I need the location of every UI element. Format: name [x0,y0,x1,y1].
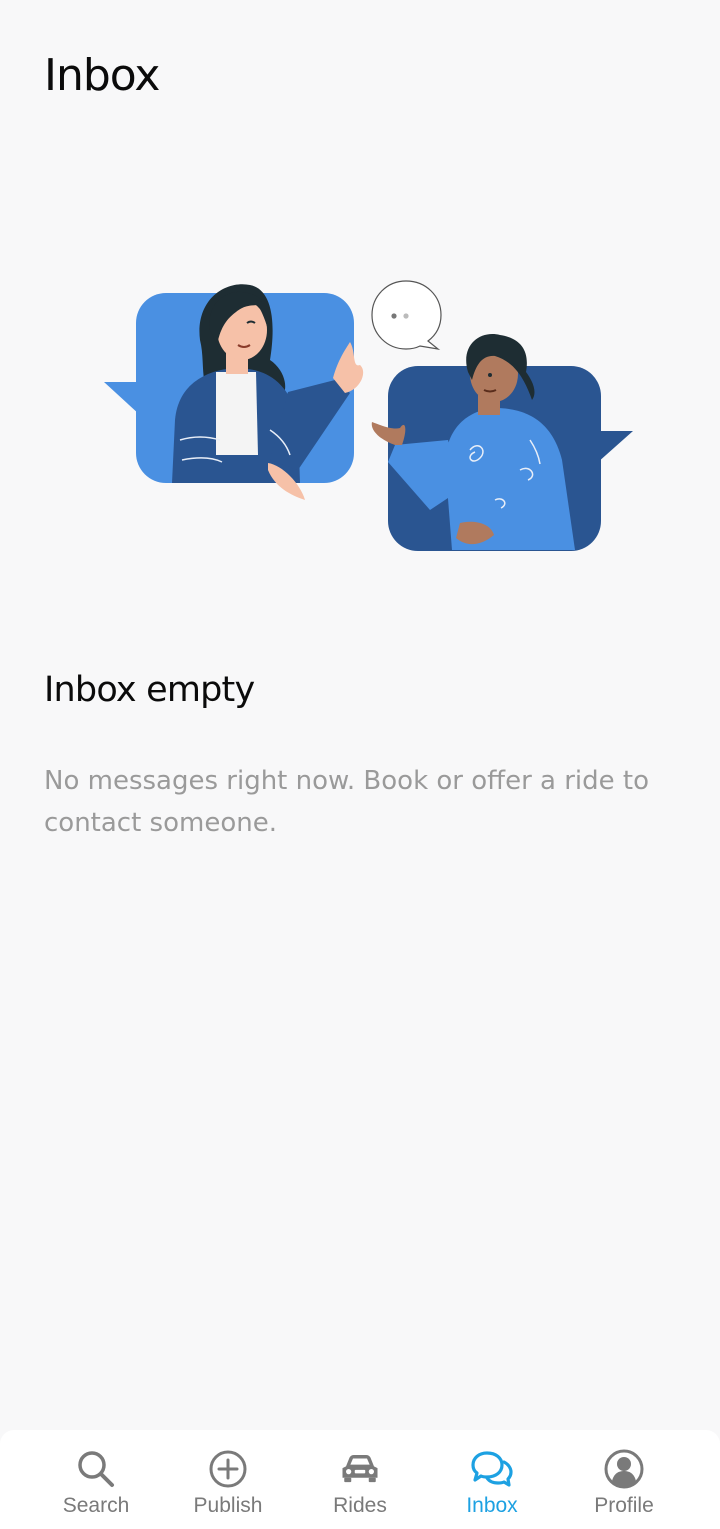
chat-bubbles-icon [471,1451,513,1487]
nav-item-publish[interactable]: Publish [173,1448,283,1518]
search-icon [78,1451,114,1487]
car-icon [342,1455,378,1483]
empty-state-title: Inbox empty [44,670,255,710]
nav-item-rides[interactable]: Rides [305,1448,415,1518]
bottom-navigation: Search Publish Rides Inbox Profile [0,1430,720,1529]
nav-item-search[interactable]: Search [41,1448,151,1518]
nav-item-inbox[interactable]: Inbox [437,1448,547,1518]
empty-state-message: No messages right now. Book or offer a r… [44,766,650,838]
user-icon [604,1449,644,1489]
nav-item-profile[interactable]: Profile [569,1448,679,1518]
nav-label-publish: Publish [193,1494,263,1517]
typing-bubble [371,280,442,350]
page-title: Inbox [44,50,160,101]
plus-circle-icon [209,1450,247,1488]
empty-inbox-illustration [104,280,633,551]
nav-label-profile: Profile [594,1494,654,1517]
nav-label-inbox: Inbox [466,1494,518,1517]
nav-label-search: Search [62,1494,130,1517]
nav-label-rides: Rides [333,1494,387,1517]
